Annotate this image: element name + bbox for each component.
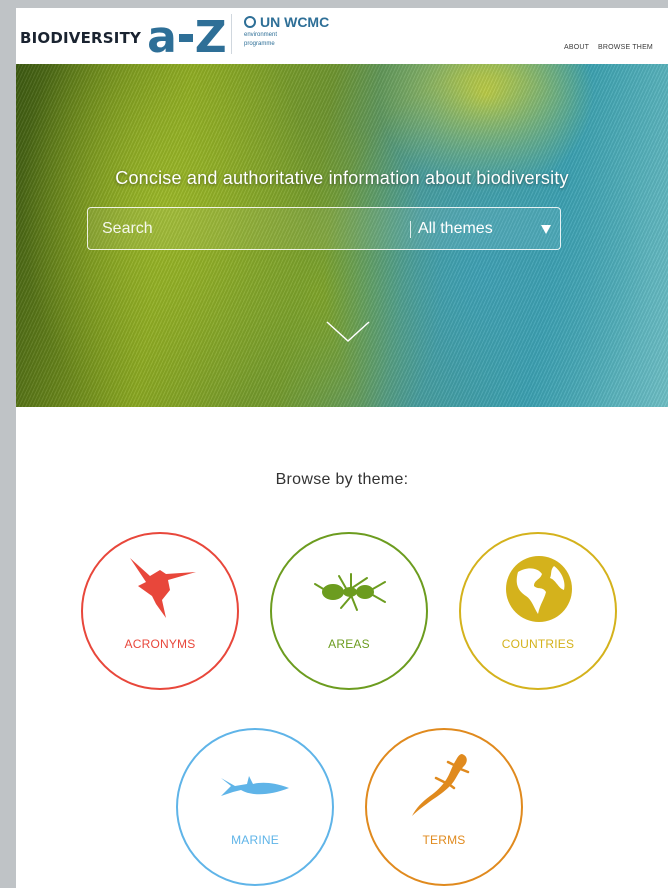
- partner-name: UN WCMC: [260, 14, 330, 30]
- globe-icon: [506, 556, 572, 622]
- search-divider: [410, 221, 411, 238]
- partner-logo[interactable]: UN WCMC environment programme: [244, 14, 329, 48]
- theme-label: AREAS: [328, 637, 370, 651]
- dropdown-arrow-icon[interactable]: [541, 225, 551, 234]
- lizard-icon: [412, 754, 470, 816]
- nav-browse-themes[interactable]: BROWSE THEM: [598, 44, 653, 51]
- theme-areas[interactable]: AREAS: [270, 532, 428, 690]
- header-divider: [231, 14, 232, 54]
- partner-sub2: programme: [244, 41, 275, 47]
- logo-az-mark: a Z: [147, 16, 227, 60]
- chevron-down-icon[interactable]: [325, 320, 371, 344]
- page: BIODIVERSITY a Z UN WCMC environment pro…: [16, 8, 668, 888]
- theme-label: MARINE: [231, 833, 279, 847]
- theme-terms[interactable]: TERMS: [365, 728, 523, 886]
- logo-dash: [178, 34, 193, 42]
- browse-title: Browse by theme:: [275, 471, 409, 488]
- hero-title: Concise and authoritative information ab…: [115, 168, 569, 188]
- logo-text: BIODIVERSITY: [20, 29, 142, 47]
- theme-countries[interactable]: COUNTRIES: [459, 532, 617, 690]
- theme-label: ACRONYMS: [124, 637, 196, 651]
- shark-icon: [221, 776, 289, 796]
- theme-marine[interactable]: MARINE: [176, 728, 334, 886]
- hummingbird-icon: [130, 558, 196, 618]
- theme-label: TERMS: [422, 833, 466, 847]
- site-logo[interactable]: BIODIVERSITY a Z: [20, 16, 227, 60]
- logo-z: Z: [194, 12, 227, 63]
- hero-banner: Concise and authoritative information ab…: [16, 64, 668, 407]
- nav-about[interactable]: ABOUT: [564, 44, 589, 51]
- theme-label: COUNTRIES: [501, 637, 575, 651]
- partner-name-row: UN WCMC: [244, 14, 329, 30]
- logo-a: a: [147, 12, 177, 63]
- theme-acronyms[interactable]: ACRONYMS: [81, 532, 239, 690]
- un-emblem-icon: [244, 16, 256, 28]
- ant-icon: [314, 573, 386, 611]
- search-input[interactable]: [88, 208, 410, 249]
- search-bar: All themes: [87, 207, 561, 250]
- site-header: BIODIVERSITY a Z UN WCMC environment pro…: [16, 8, 668, 64]
- theme-select[interactable]: All themes: [418, 208, 561, 249]
- partner-sub1: environment: [244, 32, 278, 38]
